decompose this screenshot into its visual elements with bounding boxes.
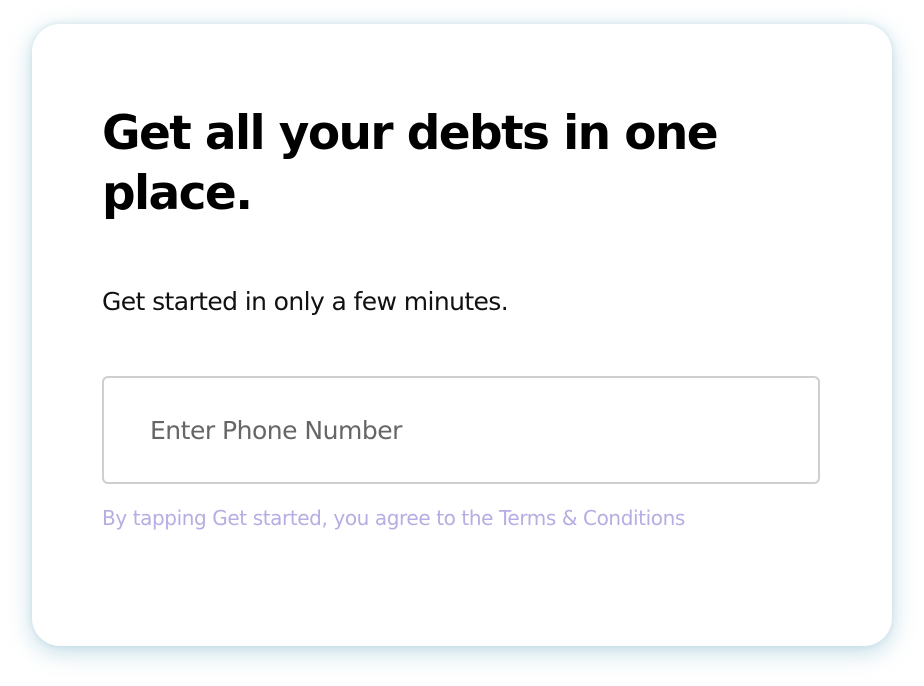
page-title: Get all your debts in one place. (102, 106, 719, 221)
terms-and-conditions-link[interactable]: Terms & Conditions (499, 506, 685, 530)
phone-number-input[interactable] (102, 376, 820, 484)
signup-card: Get all your debts in one place. Get sta… (32, 24, 892, 646)
subtitle: Get started in only a few minutes. (102, 287, 509, 316)
terms-prefix-text: By tapping Get started, you agree to the (102, 506, 500, 530)
terms-notice: By tapping Get started, you agree to the… (102, 502, 702, 534)
